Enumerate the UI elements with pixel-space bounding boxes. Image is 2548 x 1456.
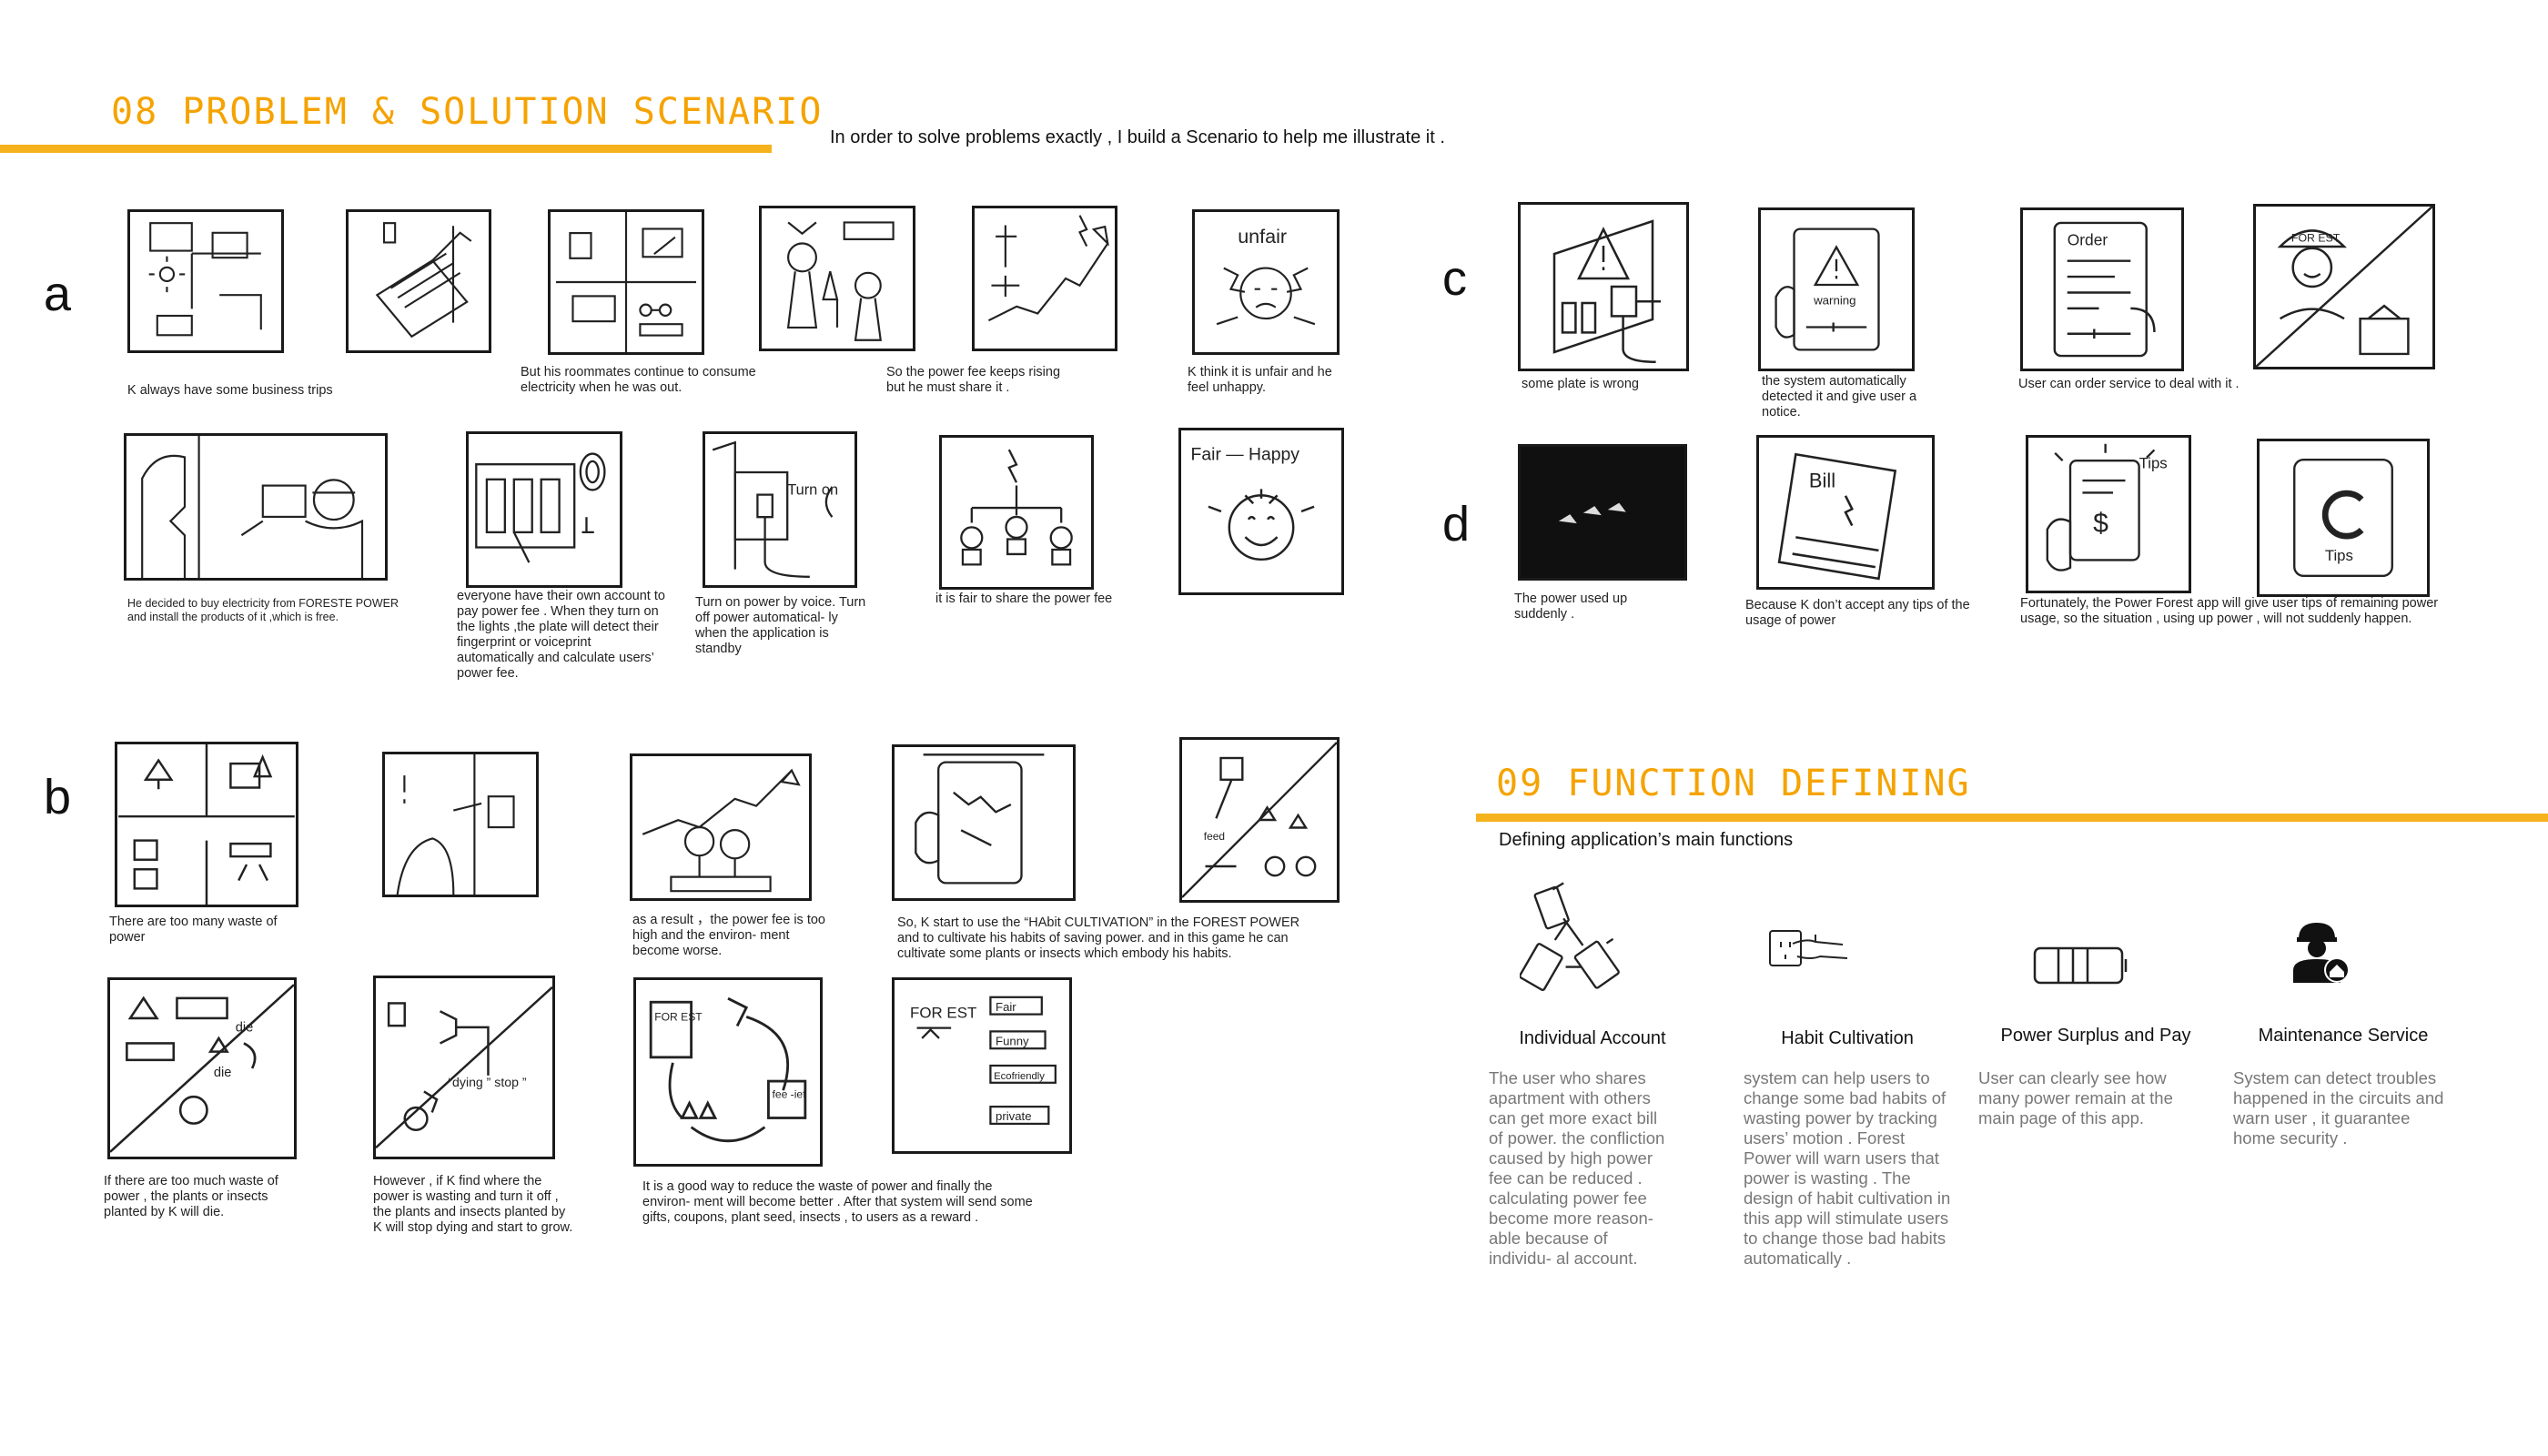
caption-a6: K think it is unfair and he feel unhappy… bbox=[1188, 365, 1332, 395]
caption-c2: the system automatically detected it and… bbox=[1762, 374, 1917, 420]
function-title-power-surplus: Power Surplus and Pay bbox=[2000, 1026, 2191, 1046]
panel-c2-warning-phone-sketch: warning bbox=[1758, 207, 1915, 371]
caption-d2: Because K don’t accept any tips of the u… bbox=[1745, 598, 1970, 628]
caption-a7: He decided to buy electricity from FORES… bbox=[127, 597, 399, 623]
function-title-maintenance: Maintenance Service bbox=[2258, 1026, 2429, 1046]
fair-happy-label: Fair — Happy bbox=[1191, 445, 1300, 465]
panel-b6-plants-die-sketch: die die bbox=[107, 977, 297, 1159]
section-09-subtitle: Defining application’s main functions bbox=[1499, 830, 1794, 850]
panel-c1-warning-plate-sketch bbox=[1518, 202, 1689, 371]
tag-funny: Funny bbox=[996, 1034, 1029, 1047]
caption-c1: some plate is wrong bbox=[1522, 377, 1639, 391]
panel-d3-tips-phone-sketch: $ Tips bbox=[2026, 435, 2191, 593]
hand-socket-icon bbox=[1765, 924, 1856, 983]
forest-mini-label: FOR EST bbox=[654, 1010, 703, 1023]
tag-private: private bbox=[996, 1109, 1032, 1123]
caption-b3: as a result ，the power fee is too high a… bbox=[632, 913, 825, 958]
caption-b8: It is a good way to reduce the waste of … bbox=[642, 1179, 1033, 1225]
row-label-b: b bbox=[44, 770, 72, 824]
caption-a9: Turn on power by voice. Turn off power a… bbox=[695, 595, 866, 656]
forest-helmet-label: FOR EST bbox=[2291, 232, 2341, 245]
svg-text:unfair: unfair bbox=[1238, 225, 1287, 248]
function-desc-maintenance: System can detect troubles happened in t… bbox=[2233, 1068, 2444, 1148]
row-label-c: c bbox=[1442, 251, 1467, 306]
feed-label: feed bbox=[1204, 830, 1225, 843]
section-09-underline bbox=[1476, 814, 2548, 822]
die-label-1: die bbox=[236, 1021, 254, 1036]
caption-a8: everyone have their own account to pay p… bbox=[457, 589, 665, 681]
tag-fair: Fair bbox=[996, 1000, 1016, 1014]
panel-b5-plants-grow-sketch: feed bbox=[1179, 737, 1340, 903]
row-label-d: d bbox=[1442, 497, 1471, 551]
order-label: Order bbox=[2068, 230, 2108, 248]
die-label-2: die bbox=[214, 1066, 232, 1080]
fee-label: fee -ief bbox=[772, 1087, 806, 1100]
panel-b7-stop-dying-sketch: “dying ” stop ” bbox=[373, 976, 555, 1159]
panel-b2-switch-sketch bbox=[382, 752, 539, 897]
section-08-underline bbox=[0, 145, 772, 153]
panel-b8-reward-sketch: FOR EST fee -ief bbox=[633, 977, 823, 1167]
panel-a2-luggage-sketch bbox=[346, 209, 491, 353]
tips-app-label: Tips bbox=[2325, 547, 2353, 564]
function-desc-power-surplus: User can clearly see how many power rema… bbox=[1978, 1068, 2173, 1127]
panel-a9-voice-plug-sketch: Turn on bbox=[703, 431, 857, 588]
warning-label: warning bbox=[1813, 294, 1855, 308]
turn-on-label: Turn on bbox=[787, 482, 838, 499]
section-08-intro: In order to solve problems exactly , I b… bbox=[830, 127, 1445, 147]
tag-ecofriendly: Ecofriendly bbox=[994, 1071, 1045, 1082]
section-09-title: 09 FUNCTION DEFINING bbox=[1496, 763, 1971, 804]
panel-d4-tips-app-sketch: Tips bbox=[2257, 439, 2430, 597]
panel-c3-order-phone-sketch: Order bbox=[2020, 207, 2184, 371]
panel-b9-tags-sketch: FOR EST Fair Funny Ecofriendly private bbox=[892, 977, 1072, 1154]
caption-a10: it is fair to share the power fee bbox=[935, 592, 1113, 606]
dying-stop-label: “dying ” stop ” bbox=[448, 1075, 526, 1089]
function-desc-individual-account: The user who shares apartment with other… bbox=[1489, 1068, 1665, 1268]
panel-b1-waste-sketch bbox=[115, 742, 298, 907]
caption-b6: If there are too much waste of power , t… bbox=[104, 1174, 278, 1219]
phones-link-icon bbox=[1520, 881, 1629, 999]
function-desc-habit-cultivation: system can help users to change some bad… bbox=[1744, 1068, 1951, 1268]
section-08-title: 08 PROBLEM & SOLUTION SCENARIO bbox=[111, 91, 824, 133]
caption-b4: So, K start to use the “HAbit CULTIVATIO… bbox=[897, 915, 1300, 961]
caption-a5: So the power fee keeps rising but he mus… bbox=[886, 365, 1061, 395]
svg-text:$: $ bbox=[2093, 509, 2108, 539]
battery-icon bbox=[2031, 945, 2133, 986]
bill-label: Bill bbox=[1809, 470, 1835, 492]
panel-b4-phone-game-sketch bbox=[892, 744, 1076, 901]
panel-a11-happy-sketch: Fair — Happy bbox=[1178, 428, 1344, 595]
caption-b7: However , if K find where the power is w… bbox=[373, 1174, 573, 1235]
panel-d2-bill-sketch: Bill bbox=[1756, 435, 1935, 590]
panel-a3-appliances-sketch bbox=[548, 209, 704, 355]
panel-a10-share-sketch bbox=[939, 435, 1094, 590]
caption-a3: But his roommates continue to consume el… bbox=[521, 365, 756, 395]
caption-a1: K always have some business trips bbox=[127, 383, 333, 398]
panel-a4-party-sketch bbox=[759, 206, 915, 351]
caption-d3: Fortunately, the Power Forest app will g… bbox=[2020, 596, 2439, 626]
panel-d1-dark-room-sketch bbox=[1518, 444, 1687, 581]
row-label-a: a bbox=[44, 267, 72, 321]
caption-c3: User can order service to deal with it . bbox=[2018, 377, 2240, 391]
tips-label: Tips bbox=[2139, 455, 2168, 472]
caption-b1: There are too many waste of power bbox=[109, 915, 278, 945]
panel-a1-room-sketch bbox=[127, 209, 284, 353]
panel-c4-worker-sketch: FOR EST bbox=[2253, 204, 2435, 369]
function-title-habit-cultivation: Habit Cultivation bbox=[1781, 1028, 1914, 1048]
panel-a5-rising-sketch bbox=[972, 206, 1117, 351]
panel-a6-unfair-sketch: unfair bbox=[1192, 209, 1340, 355]
panel-b3-trees-sketch bbox=[630, 753, 812, 901]
worker-home-icon bbox=[2288, 917, 2353, 985]
function-title-individual-account: Individual Account bbox=[1519, 1028, 1666, 1048]
panel-a8-fingerprint-sketch bbox=[466, 431, 622, 588]
panel-a7-installer-sketch bbox=[124, 433, 388, 581]
tags-forest-label: FOR EST bbox=[910, 1004, 976, 1021]
caption-d1: The power used up suddenly . bbox=[1514, 592, 1628, 622]
